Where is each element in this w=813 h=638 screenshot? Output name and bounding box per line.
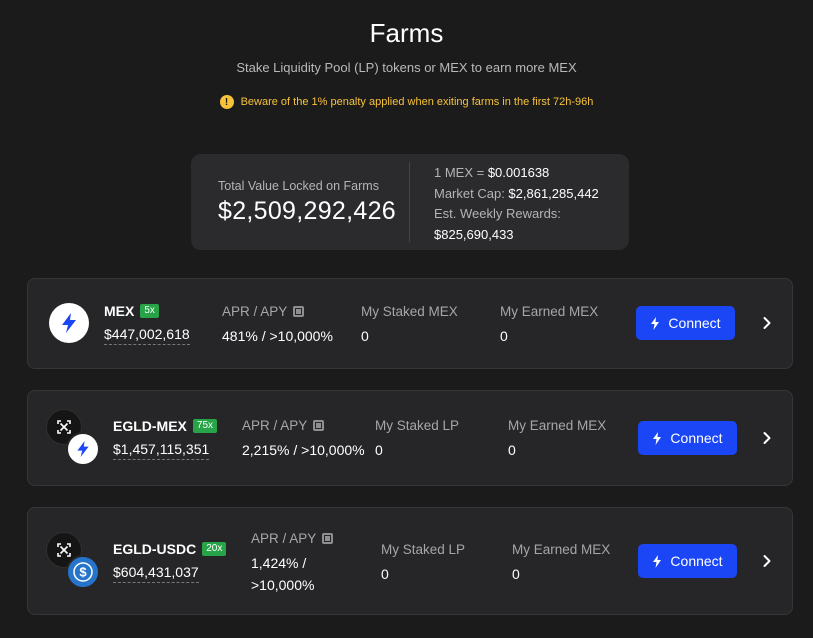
lightning-icon xyxy=(651,316,660,330)
staked-label: My Staked LP xyxy=(381,542,466,557)
market-cap-label: Market Cap: xyxy=(434,185,509,201)
farm-tvl[interactable]: $1,457,115,351 xyxy=(113,441,210,460)
calculator-icon[interactable] xyxy=(293,306,305,317)
apr-value-line2: >10,000% xyxy=(251,577,315,593)
chevron-right-icon[interactable] xyxy=(759,553,775,569)
farm-card-mex[interactable]: MEX 5x $447,002,618 APR / APY 481% / >10… xyxy=(27,278,793,369)
farm-name-text: EGLD-USDC xyxy=(113,541,197,557)
multiplier-badge: 75x xyxy=(192,419,218,433)
mex-token-icon xyxy=(49,303,89,343)
warning-icon: ! xyxy=(219,95,234,109)
mex-price-value: $0.001638 xyxy=(487,165,550,180)
farm-name: EGLD-MEX 75x xyxy=(113,418,218,434)
tvl-block: Total Value Locked on Farms $2,509,292,4… xyxy=(218,179,396,226)
earned-value: 0 xyxy=(512,566,520,582)
staked-label: My Staked MEX xyxy=(361,304,458,319)
earned-label: My Earned MEX xyxy=(500,304,599,319)
farm-name-text: EGLD-MEX xyxy=(113,418,187,434)
apr-label-text: APR / APY xyxy=(242,418,308,433)
penalty-warning: ! Beware of the 1% penalty applied when … xyxy=(0,95,813,109)
weekly-rewards-label: Est. Weekly Rewards: xyxy=(434,206,561,221)
connect-label: Connect xyxy=(668,315,721,331)
staked-label: My Staked LP xyxy=(375,418,460,433)
tvl-divider xyxy=(409,162,410,242)
apr-label: APR / APY xyxy=(242,418,325,433)
apr-label: APR / APY xyxy=(222,304,305,319)
farm-card-egld-usdc[interactable]: $ EGLD-USDC 20x $604,431,037 APR / APY 1… xyxy=(27,507,793,615)
farm-tvl[interactable]: $447,002,618 xyxy=(104,326,190,345)
market-cap-row: Market Cap: $2,861,285,442 xyxy=(434,184,599,205)
calculator-icon[interactable] xyxy=(322,533,334,544)
earned-label: My Earned MEX xyxy=(512,542,611,557)
apr-value: 481% / >10,000% xyxy=(222,328,333,344)
farm-name: EGLD-USDC 20x xyxy=(113,541,227,557)
page-title: Farms xyxy=(369,18,444,48)
farm-card-egld-mex[interactable]: EGLD-MEX 75x $1,457,115,351 APR / APY 2,… xyxy=(27,390,793,486)
multiplier-badge: 20x xyxy=(202,542,227,556)
mex-price-row: 1 MEX = $0.001638 xyxy=(434,163,599,184)
apr-label: APR / APY xyxy=(251,531,334,546)
lightning-icon xyxy=(653,554,662,568)
apr-label-text: APR / APY xyxy=(251,531,317,546)
page-subtitle: Stake Liquidity Pool (LP) tokens or MEX … xyxy=(236,60,577,75)
market-stats: 1 MEX = $0.001638 Market Cap: $2,861,285… xyxy=(434,163,599,245)
connect-label: Connect xyxy=(670,553,723,569)
tvl-value: $2,509,292,426 xyxy=(218,197,396,225)
apr-value: 2,215% / >10,000% xyxy=(242,442,365,458)
connect-button[interactable]: Connect xyxy=(638,421,737,455)
earned-value: 0 xyxy=(508,442,516,458)
chevron-right-icon[interactable] xyxy=(759,315,775,331)
weekly-rewards-value: $825,690,433 xyxy=(434,226,514,242)
earned-value: 0 xyxy=(500,328,508,344)
mex-token-icon xyxy=(66,432,100,466)
staked-value: 0 xyxy=(375,442,383,458)
multiplier-badge: 5x xyxy=(140,304,159,318)
svg-text:$: $ xyxy=(79,565,87,580)
staked-value: 0 xyxy=(381,566,389,582)
apr-label-text: APR / APY xyxy=(222,304,288,319)
staked-value: 0 xyxy=(361,328,369,344)
apr-value-line1: 1,424% / xyxy=(251,555,307,571)
apr-value: 1,424% / >10,000% xyxy=(251,552,314,596)
farm-name: MEX 5x xyxy=(104,303,159,319)
connect-label: Connect xyxy=(670,430,723,446)
farm-name-text: MEX xyxy=(104,303,135,319)
warning-text: Beware of the 1% penalty applied when ex… xyxy=(240,96,594,108)
mex-price-label: 1 MEX = xyxy=(434,165,488,180)
usdc-token-icon: $ xyxy=(66,555,100,589)
chevron-right-icon[interactable] xyxy=(759,430,775,446)
tvl-summary-card: Total Value Locked on Farms $2,509,292,4… xyxy=(191,154,629,250)
connect-button[interactable]: Connect xyxy=(638,544,737,578)
connect-button[interactable]: Connect xyxy=(636,306,735,340)
earned-label: My Earned MEX xyxy=(508,418,607,433)
farm-tvl[interactable]: $604,431,037 xyxy=(113,564,199,583)
calculator-icon[interactable] xyxy=(313,420,325,431)
tvl-label: Total Value Locked on Farms xyxy=(218,179,379,193)
market-cap-value: $2,861,285,442 xyxy=(508,185,599,201)
lightning-icon xyxy=(653,431,662,445)
